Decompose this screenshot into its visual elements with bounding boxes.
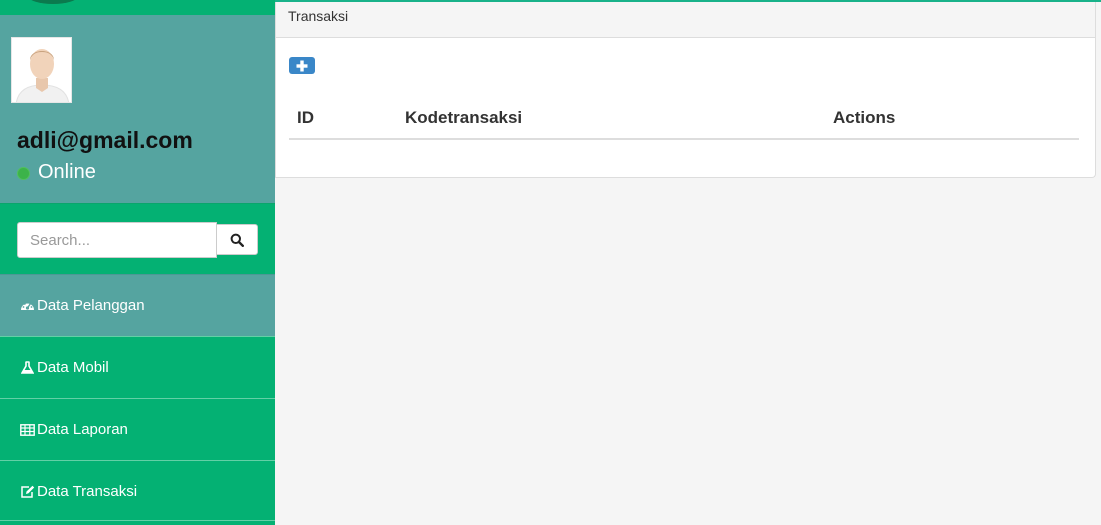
sidebar-item-data-transaksi[interactable]: Data Transaksi <box>0 460 275 522</box>
sidebar-menu-bottom <box>0 520 275 525</box>
online-status-icon <box>17 167 30 180</box>
sidebar-item-data-mobil[interactable]: Data Mobil <box>0 336 275 398</box>
transaksi-table: ID Kodetransaksi Actions <box>289 98 1079 140</box>
table-icon <box>19 423 35 437</box>
sidebar-item-data-pelanggan[interactable]: Data Pelanggan <box>0 274 275 336</box>
sidebar: adli@gmail.com Online Search... Data Pel… <box>0 0 275 525</box>
sidebar-menu: Data Pelanggan Data Mobil Data Laporan D… <box>0 274 275 522</box>
avatar <box>11 37 72 103</box>
column-header-id: ID <box>289 98 397 140</box>
add-transaksi-button[interactable] <box>289 57 315 74</box>
transaksi-panel: Transaksi ID Kodetransaksi Actions <box>275 2 1096 178</box>
sidebar-item-data-laporan[interactable]: Data Laporan <box>0 398 275 460</box>
sidebar-item-label: Data Transaksi <box>37 483 138 500</box>
sidebar-item-label: Data Laporan <box>37 421 128 438</box>
flask-icon <box>19 361 35 375</box>
edit-icon <box>19 485 35 499</box>
dashboard-icon <box>19 299 35 313</box>
search-input[interactable] <box>17 222 217 258</box>
plus-icon <box>296 60 308 71</box>
sidebar-item-label: Data Mobil <box>37 359 109 376</box>
user-status: Online <box>17 161 96 184</box>
table-header-row: ID Kodetransaksi Actions <box>289 98 1079 140</box>
user-avatar-icon <box>12 38 71 102</box>
search-icon <box>230 233 244 247</box>
sidebar-item-label: Data Pelanggan <box>37 297 145 314</box>
sidebar-search <box>0 203 275 274</box>
logo[interactable] <box>28 0 78 4</box>
user-panel: adli@gmail.com Online <box>0 15 275 203</box>
user-email: adli@gmail.com <box>17 127 193 153</box>
search-button[interactable] <box>216 224 258 255</box>
panel-title: Transaksi <box>276 2 1095 38</box>
column-header-kodetransaksi: Kodetransaksi <box>397 98 825 140</box>
column-header-actions: Actions <box>825 98 1079 140</box>
user-status-label: Online <box>38 161 96 183</box>
brand-strip <box>0 0 275 15</box>
